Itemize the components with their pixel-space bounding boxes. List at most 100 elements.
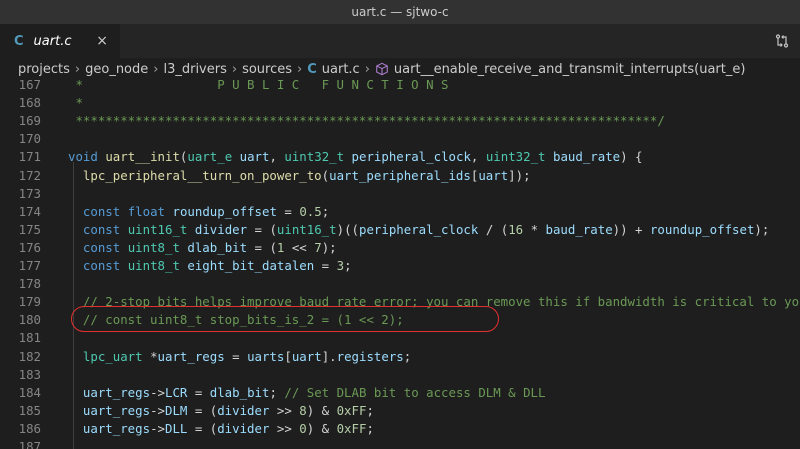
code-token: uart_regs [157, 348, 225, 364]
code-text: void uart__init(uart_e uart, uint32_t pe… [68, 148, 643, 166]
code-token: 0xFF [336, 420, 367, 436]
code-line[interactable]: 178 [0, 275, 800, 293]
code-token: ) { [620, 149, 643, 165]
code-token: ; [403, 348, 412, 364]
code-line[interactable]: 172 lpc_peripheral__turn_on_power_to(uar… [0, 167, 800, 185]
breadcrumb-item[interactable]: projects [18, 62, 70, 77]
line-number: 183 [18, 366, 41, 382]
line-number: 185 [18, 402, 41, 418]
code-token: peripheral_clock [359, 221, 479, 237]
window-title: uart.c — sjtwo-c [351, 5, 449, 19]
breadcrumb-item[interactable]: sources [242, 62, 292, 77]
code-token: float [127, 203, 166, 219]
code-token: 0xFF [336, 402, 367, 418]
code-text: const uint8_t dlab_bit = (1 << 7); [68, 239, 337, 257]
code-token: * [142, 348, 158, 364]
tab-bar: C uart.c × [0, 24, 800, 58]
code-token: ****************************************… [68, 113, 665, 129]
code-token: uint16_t [276, 221, 337, 237]
code-token: uint32_t [485, 149, 546, 165]
code-token: >> [269, 402, 300, 418]
breadcrumb-file[interactable]: C uart.c [307, 62, 359, 77]
code-token: 16 [508, 221, 524, 237]
code-line[interactable]: 187 [0, 438, 800, 449]
code-token: uart_regs [82, 420, 151, 436]
code-line[interactable]: 171 void uart__init(uart_e uart, uint32_t… [0, 148, 800, 166]
c-file-icon: C [307, 61, 317, 77]
code-line[interactable]: 169 ************************************… [0, 112, 800, 130]
line-number: 168 [18, 95, 41, 111]
code-token: uarts [247, 348, 285, 364]
code-token: 7 [314, 239, 322, 255]
code-line[interactable]: 167 * P U B L I C F U N C T I O N S [0, 80, 800, 94]
method-cube-icon [376, 62, 388, 76]
code-line[interactable]: 183 [0, 366, 800, 384]
code-token: dlab_bit [209, 384, 270, 400]
code-token: divider [194, 221, 248, 237]
code-token: roundup_offset [649, 221, 755, 237]
line-number: 180 [18, 312, 41, 328]
chevron-right-icon: › [364, 61, 370, 77]
code-text: lpc_uart *uart_regs = uarts[uart].regist… [68, 348, 411, 366]
code-line[interactable]: 181 [0, 329, 800, 347]
line-number: 170 [18, 131, 41, 147]
code-line[interactable]: 185 uart_regs->DLM = (divider >> 8) & 0x… [0, 402, 800, 420]
breadcrumb: projects › geo_node › l3_drivers › sourc… [0, 58, 800, 80]
breadcrumb-item[interactable]: l3_drivers [163, 62, 226, 77]
code-line[interactable]: 186 uart_regs->DLL = (divider >> 0) & 0x… [0, 420, 800, 438]
code-token: -> [150, 402, 165, 418]
close-icon[interactable]: × [96, 33, 108, 49]
code-token: ) & [306, 420, 337, 436]
code-token: divider [217, 402, 270, 418]
code-token: = [276, 203, 300, 219]
code-text: const uint16_t divider = (uint16_t)((per… [68, 221, 769, 239]
code-text: lpc_peripheral__turn_on_power_to(uart_pe… [68, 167, 531, 185]
code-token: uint32_t [284, 149, 345, 165]
code-line[interactable]: 176 const uint8_t dlab_bit = (1 << 7); [0, 239, 800, 257]
code-token: >> [269, 420, 300, 436]
code-line[interactable]: 184 uart_regs->LCR = dlab_bit; // Set DL… [0, 384, 800, 402]
code-line[interactable]: 173 [0, 185, 800, 203]
code-token: baud_rate [545, 221, 613, 237]
code-line[interactable]: 175 const uint16_t divider = (uint16_t)(… [0, 221, 800, 239]
code-token: -> [150, 420, 165, 436]
code-line[interactable]: 182 lpc_uart *uart_regs = uarts[uart].re… [0, 348, 800, 366]
code-token: baud_rate [552, 149, 621, 165]
code-text: uart_regs->DLM = (divider >> 8) & 0xFF; [68, 402, 374, 420]
breadcrumb-symbol[interactable]: uart__enable_receive_and_transmit_interr… [375, 62, 745, 77]
code-token: << [284, 239, 315, 255]
code-line[interactable]: 170 [0, 130, 800, 148]
tab-uart-c[interactable]: C uart.c × [0, 24, 120, 58]
code-token: DLM [164, 402, 188, 418]
code-token: / ( [478, 221, 509, 237]
line-number: 179 [18, 294, 41, 310]
breadcrumb-item[interactable]: geo_node [85, 62, 148, 77]
chevron-right-icon: › [74, 61, 81, 77]
code-line[interactable]: 168 * [0, 94, 800, 112]
code-line[interactable]: 177 const uint8_t eight_bit_datalen = 3; [0, 257, 800, 275]
compare-changes-icon[interactable] [774, 33, 790, 49]
code-text: const float roundup_offset = 0.5; [68, 203, 329, 221]
code-token: peripheral_clock [351, 149, 471, 165]
code-token: * P U B L I C F U N C T I O N S [68, 80, 449, 92]
code-token: * [68, 95, 83, 111]
code-line[interactable]: 174 const float roundup_offset = 0.5; [0, 203, 800, 221]
code-token: lpc_uart [82, 348, 143, 364]
code-token: ; [366, 402, 374, 418]
chevron-right-icon: › [231, 61, 238, 77]
line-number: 169 [18, 113, 41, 129]
code-token: uart_peripheral_ids [329, 167, 471, 183]
code-text: const uint8_t eight_bit_datalen = 3; [68, 257, 352, 275]
code-token: uint8_t [127, 258, 180, 273]
code-token: = [224, 348, 248, 364]
code-editor[interactable]: 167 * P U B L I C F U N C T I O N S 168 *… [0, 80, 800, 449]
code-token: ); [321, 239, 337, 255]
